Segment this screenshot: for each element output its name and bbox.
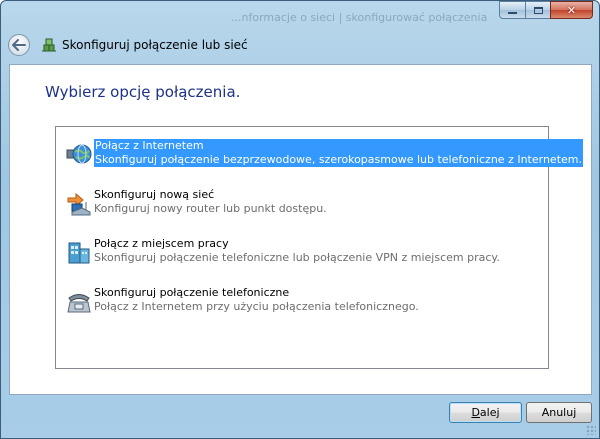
option-description: Skonfiguruj połączenie telefoniczne lub … bbox=[94, 251, 500, 264]
option-description: Konfiguruj nowy router lub punkt dostępu… bbox=[94, 202, 327, 215]
resize-grip[interactable] bbox=[586, 425, 596, 435]
wizard-window: ...nformacje o sieci | skonfigurować poł… bbox=[0, 0, 600, 439]
option-description: Połącz z Internetem przy użyciu połączen… bbox=[94, 300, 419, 313]
option-new-network[interactable]: Skonfiguruj nową sieć Konfiguruj nowy ro… bbox=[56, 187, 548, 223]
option-title: Skonfiguruj połączenie telefoniczne bbox=[94, 286, 290, 299]
close-button[interactable]: ✕ bbox=[550, 1, 593, 19]
next-button-mnemonic: D bbox=[471, 406, 480, 419]
globe-network-icon bbox=[66, 144, 92, 164]
window-controls: ✕ bbox=[499, 1, 593, 19]
maximize-icon bbox=[533, 6, 543, 14]
telephone-icon bbox=[67, 294, 91, 313]
connection-options-list: Połącz z Internetem Skonfiguruj połączen… bbox=[55, 126, 583, 369]
background-glass-text: ...nformacje o sieci | skonfigurować poł… bbox=[231, 11, 488, 24]
back-arrow-icon bbox=[12, 39, 26, 51]
window-title: Skonfiguruj połączenie lub sieć bbox=[62, 38, 248, 52]
option-title: Połącz z miejscem pracy bbox=[94, 237, 229, 250]
option-description: Skonfiguruj połączenie bezprzewodowe, sz… bbox=[95, 153, 582, 166]
back-button[interactable] bbox=[8, 34, 30, 56]
cancel-button[interactable]: Anuluj bbox=[526, 402, 592, 423]
minimize-icon bbox=[508, 12, 517, 14]
option-title: Skonfiguruj nową sieć bbox=[94, 188, 215, 201]
next-button-label: alej bbox=[479, 406, 500, 419]
next-button[interactable]: Dalej bbox=[449, 402, 522, 423]
maximize-button[interactable] bbox=[525, 1, 550, 19]
option-dialup-connection[interactable]: Skonfiguruj połączenie telefoniczne Połą… bbox=[56, 285, 548, 321]
workplace-building-icon bbox=[68, 242, 90, 264]
wizard-footer: Dalej Anuluj bbox=[1, 395, 599, 438]
option-connect-internet[interactable]: Połącz z Internetem Skonfiguruj połączen… bbox=[56, 138, 583, 174]
network-wizard-icon bbox=[42, 38, 56, 52]
option-title: Połącz z Internetem bbox=[95, 139, 204, 152]
close-icon: ✕ bbox=[566, 3, 577, 17]
router-icon bbox=[67, 192, 91, 216]
page-heading: Wybierz opcję połączenia. bbox=[45, 83, 241, 101]
option-connect-workplace[interactable]: Połącz z miejscem pracy Skonfiguruj połą… bbox=[56, 236, 548, 272]
wizard-content: Wybierz opcję połączenia. Połącz z Inter… bbox=[9, 64, 592, 395]
minimize-button[interactable] bbox=[499, 1, 525, 19]
